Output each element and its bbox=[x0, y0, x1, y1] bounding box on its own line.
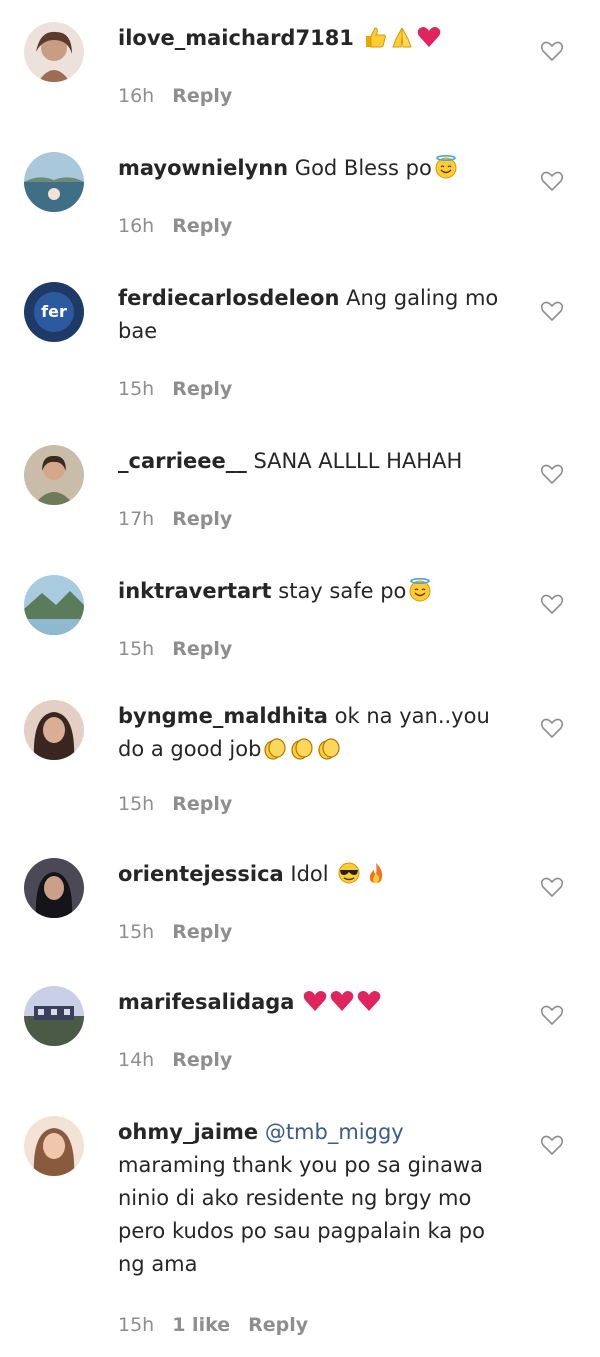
red-heart-icon bbox=[416, 25, 442, 49]
reply-button[interactable]: Reply bbox=[172, 378, 232, 400]
comment-username[interactable]: byngme_maldhita bbox=[118, 704, 328, 728]
likes-count[interactable]: 1 like bbox=[172, 1314, 230, 1336]
avatar[interactable] bbox=[24, 858, 84, 918]
reply-button[interactable]: Reply bbox=[172, 793, 232, 815]
comment-meta: 16h Reply bbox=[118, 215, 232, 237]
comment-text: ferdiecarlosdeleon Ang galing mo bae bbox=[118, 282, 518, 348]
comment-meta: 15h Reply bbox=[118, 638, 232, 660]
avatar[interactable]: fer bbox=[24, 282, 84, 342]
comment-meta: 15h Reply bbox=[118, 378, 232, 400]
comment-text: ilove_maichard7181 bbox=[118, 22, 518, 55]
comment-username[interactable]: ferdiecarlosdeleon bbox=[118, 286, 339, 310]
reply-button[interactable]: Reply bbox=[248, 1314, 308, 1336]
comment-username[interactable]: mayownielynn bbox=[118, 156, 288, 180]
comment-time: 15h bbox=[118, 378, 155, 400]
like-heart-icon[interactable] bbox=[540, 300, 564, 322]
like-heart-icon[interactable] bbox=[540, 1134, 564, 1156]
comment-meta: 15h 1 like Reply bbox=[118, 1314, 308, 1336]
avatar[interactable] bbox=[24, 1116, 84, 1176]
reply-button[interactable]: Reply bbox=[172, 85, 232, 107]
comment-time: 15h bbox=[118, 921, 155, 943]
like-heart-icon[interactable] bbox=[540, 876, 564, 898]
comment-text: mayownielynn God Bless po bbox=[118, 152, 518, 185]
comment-meta: 16h Reply bbox=[118, 85, 232, 107]
avatar[interactable] bbox=[24, 445, 84, 505]
smiling-face-sunglasses-icon bbox=[336, 861, 362, 885]
comment-meta: 15h Reply bbox=[118, 793, 232, 815]
avatar[interactable] bbox=[24, 700, 84, 760]
comment-time: 17h bbox=[118, 508, 155, 530]
comment-time: 15h bbox=[118, 793, 155, 815]
like-heart-icon[interactable] bbox=[540, 40, 564, 62]
comment-time: 14h bbox=[118, 1049, 155, 1071]
comment-text: orientejessica Idol bbox=[118, 858, 518, 891]
comment-meta: 15h Reply bbox=[118, 921, 232, 943]
smiling-face-halo-icon bbox=[407, 578, 433, 602]
comment-text: inktravertart stay safe po bbox=[118, 575, 518, 608]
reply-button[interactable]: Reply bbox=[172, 1049, 232, 1071]
like-heart-icon[interactable] bbox=[540, 463, 564, 485]
comment-text: marifesalidaga bbox=[118, 986, 518, 1019]
comment-text: ohmy_jaime @tmb_miggy maraming thank you… bbox=[118, 1116, 508, 1281]
avatar[interactable] bbox=[24, 22, 84, 82]
reply-button[interactable]: Reply bbox=[172, 508, 232, 530]
comment-text: _carrieee__ SANA ALLLL HAHAH bbox=[118, 445, 518, 478]
comment-time: 16h bbox=[118, 215, 155, 237]
comment-username[interactable]: ohmy_jaime bbox=[118, 1120, 258, 1144]
avatar[interactable] bbox=[24, 575, 84, 635]
like-heart-icon[interactable] bbox=[540, 1004, 564, 1026]
comment-body: Idol bbox=[290, 862, 329, 886]
comment-username[interactable]: inktravertart bbox=[118, 579, 272, 603]
clapping-hands-icon bbox=[289, 736, 315, 760]
reply-button[interactable]: Reply bbox=[172, 215, 232, 237]
comment-body: SANA ALLLL HAHAH bbox=[253, 449, 463, 473]
comment-meta: 14h Reply bbox=[118, 1049, 232, 1071]
like-heart-icon[interactable] bbox=[540, 717, 564, 739]
svg-text:fer: fer bbox=[41, 302, 67, 321]
comment-time: 15h bbox=[118, 638, 155, 660]
like-heart-icon[interactable] bbox=[540, 170, 564, 192]
comment-username[interactable]: _carrieee__ bbox=[118, 449, 247, 473]
comment-body: stay safe po bbox=[278, 579, 407, 603]
like-heart-icon[interactable] bbox=[540, 593, 564, 615]
reply-button[interactable]: Reply bbox=[172, 921, 232, 943]
mention-link[interactable]: @tmb_miggy bbox=[265, 1120, 404, 1144]
comment-meta: 17h Reply bbox=[118, 508, 232, 530]
folded-hands-icon bbox=[389, 25, 415, 49]
comment-body: God Bless po bbox=[294, 156, 432, 180]
comment-username[interactable]: ilove_maichard7181 bbox=[118, 26, 354, 50]
comments-list: ilove_maichard7181 16h Reply mayownielynn… bbox=[0, 0, 600, 1357]
thumbs-up-icon bbox=[362, 25, 388, 49]
fire-icon bbox=[363, 861, 389, 885]
red-heart-icon bbox=[329, 989, 355, 1013]
smiling-face-halo-icon bbox=[433, 155, 459, 179]
avatar[interactable] bbox=[24, 986, 84, 1046]
avatar[interactable] bbox=[24, 152, 84, 212]
clapping-hands-icon bbox=[316, 736, 342, 760]
comment-time: 15h bbox=[118, 1314, 155, 1336]
comment-text: byngme_maldhita ok na yan..you do a good… bbox=[118, 700, 518, 766]
comment-username[interactable]: marifesalidaga bbox=[118, 990, 294, 1014]
clapping-hands-icon bbox=[262, 736, 288, 760]
reply-button[interactable]: Reply bbox=[172, 638, 232, 660]
red-heart-icon bbox=[302, 989, 328, 1013]
comment-time: 16h bbox=[118, 85, 155, 107]
comment-username[interactable]: orientejessica bbox=[118, 862, 284, 886]
red-heart-icon bbox=[356, 989, 382, 1013]
comment-body: maraming thank you po sa ginawa ninio di… bbox=[118, 1153, 485, 1276]
